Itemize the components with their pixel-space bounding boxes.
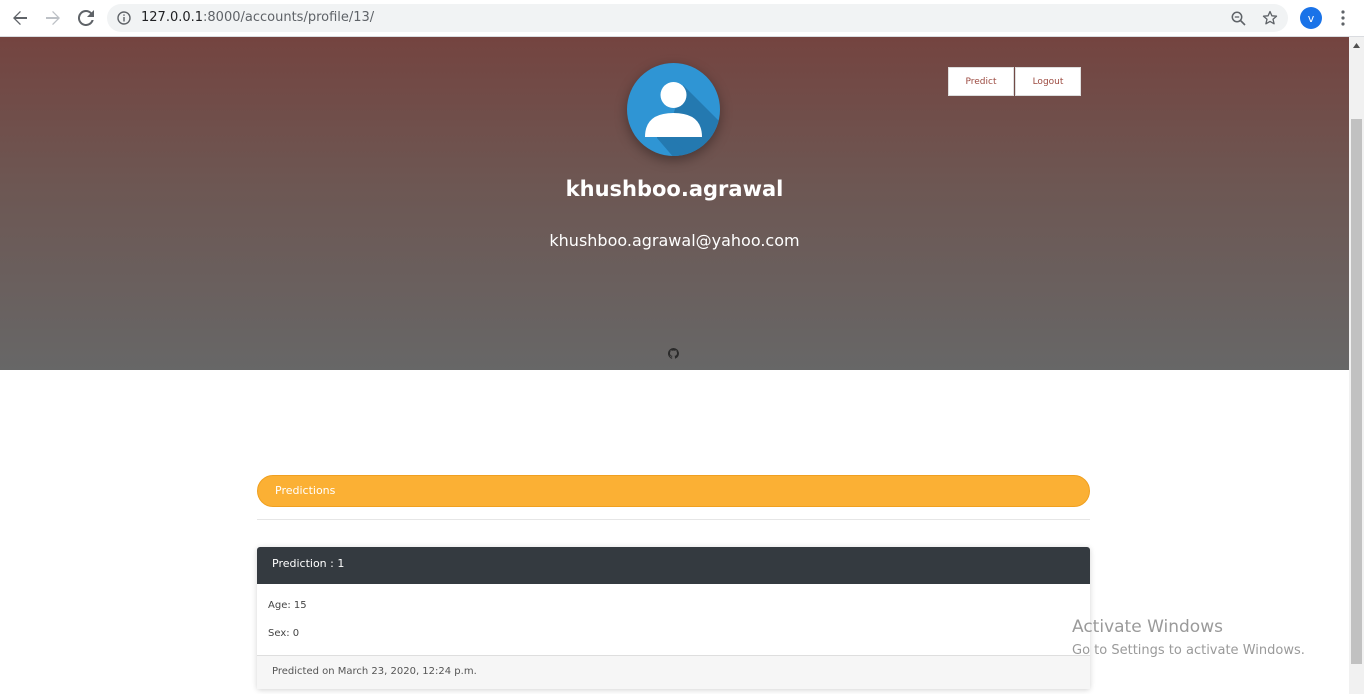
reload-icon[interactable] xyxy=(74,6,98,30)
url-path: :8000/accounts/profile/13/ xyxy=(203,10,375,25)
prediction-timestamp: Predicted on March 23, 2020, 12:24 p.m. xyxy=(257,655,1090,689)
info-icon[interactable] xyxy=(115,9,133,27)
url-text: 127.0.0.1:8000/accounts/profile/13/ xyxy=(141,10,374,25)
prediction-card: Prediction : 1 Age: 15 Sex: 0 Predicted … xyxy=(257,547,1090,689)
profile-hero: khushboo.agrawal khushboo.agrawal@yahoo.… xyxy=(0,37,1349,370)
predict-button[interactable]: Predict xyxy=(948,67,1014,96)
profile-username: khushboo.agrawal xyxy=(565,177,784,201)
url-host: 127.0.0.1 xyxy=(141,10,204,25)
browser-profile-avatar[interactable]: v xyxy=(1300,7,1322,29)
prediction-card-title: Prediction : 1 xyxy=(257,547,1090,584)
scroll-up-arrow-icon[interactable] xyxy=(1352,41,1361,50)
forward-icon[interactable] xyxy=(41,6,65,30)
scrollbar-thumb[interactable] xyxy=(1351,119,1362,664)
zoom-icon[interactable] xyxy=(1229,9,1247,27)
github-icon[interactable] xyxy=(667,344,679,359)
browser-toolbar: 127.0.0.1:8000/accounts/profile/13/ v xyxy=(0,0,1364,37)
prediction-sex: Sex: 0 xyxy=(268,628,300,639)
logout-button[interactable]: Logout xyxy=(1015,67,1081,96)
vertical-scrollbar[interactable] xyxy=(1349,37,1364,694)
windows-activation-title: Activate Windows xyxy=(1072,617,1223,637)
windows-activation-subtitle: Go to Settings to activate Windows. xyxy=(1072,643,1305,658)
address-bar[interactable]: 127.0.0.1:8000/accounts/profile/13/ xyxy=(107,4,1288,32)
back-icon[interactable] xyxy=(8,6,32,30)
bookmark-star-icon[interactable] xyxy=(1261,9,1279,27)
page-viewport: khushboo.agrawal khushboo.agrawal@yahoo.… xyxy=(0,37,1364,694)
more-menu-icon[interactable] xyxy=(1336,6,1350,30)
section-divider xyxy=(257,519,1090,520)
prediction-age: Age: 15 xyxy=(268,600,307,611)
predictions-section-header: Predictions xyxy=(257,475,1090,507)
profile-email: khushboo.agrawal@yahoo.com xyxy=(549,231,800,250)
user-avatar-icon xyxy=(627,63,720,156)
